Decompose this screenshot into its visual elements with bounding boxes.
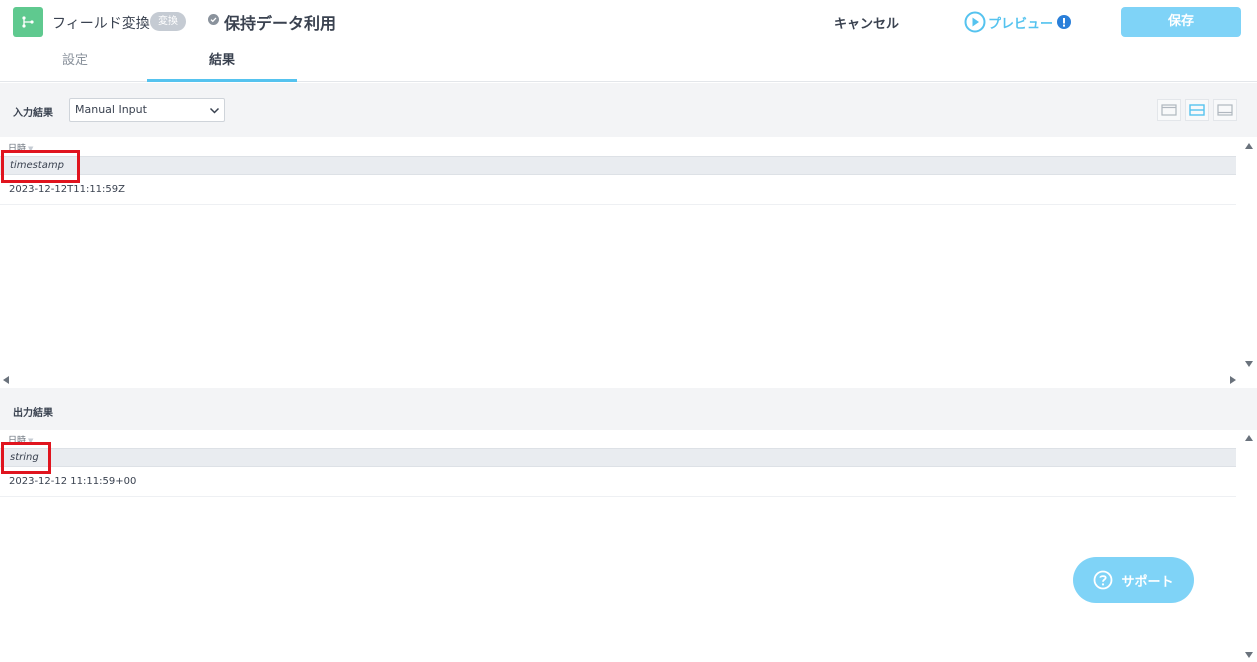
highlight-box-input-type <box>1 150 80 183</box>
field-transform-icon <box>13 7 43 37</box>
scroll-left-icon[interactable] <box>3 376 9 384</box>
support-label: サポート <box>1121 574 1174 590</box>
input-toolbar: 入力結果 Manual Input <box>0 83 1257 137</box>
save-button[interactable]: 保存 <box>1121 7 1241 37</box>
preview-button[interactable]: プレビュー <box>964 11 1072 33</box>
tab-results[interactable]: 結果 <box>147 44 297 82</box>
output-section-label: 出力結果 <box>13 408 53 419</box>
highlight-box-output-type <box>1 442 51 474</box>
output-cell: 2023-12-12 11:11:59+00 <box>9 476 137 487</box>
input-result-grid: 日時 ▼ timestamp 2023-12-12T11:11:59Z <box>0 138 1236 372</box>
scroll-down-icon[interactable] <box>1245 361 1253 367</box>
panel-split-icon <box>1189 104 1205 116</box>
input-cell: 2023-12-12T11:11:59Z <box>9 184 125 195</box>
page: フィールド変換 変換 保持データ利用 キャンセル プレビュー 保存 設定 結果 <box>0 0 1257 662</box>
scroll-right-icon[interactable] <box>1230 376 1236 384</box>
output-result-grid: 日時 ▼ string 2023-12-12 11:11:59+00 <box>0 431 1236 662</box>
preview-label: プレビュー <box>988 16 1054 32</box>
cancel-button[interactable]: キャンセル <box>834 13 899 32</box>
header-bar: フィールド変換 変換 保持データ利用 キャンセル プレビュー 保存 <box>0 0 1257 44</box>
panel-bottom-icon <box>1217 104 1233 116</box>
type-badge: 変換 <box>150 12 186 31</box>
play-circle-icon <box>964 11 986 33</box>
tab-bar: 設定 結果 <box>0 44 1257 82</box>
table-row: 2023-12-12T11:11:59Z <box>0 175 1236 205</box>
warning-icon <box>1057 15 1072 29</box>
output-toolbar: 出力結果 <box>0 388 1257 430</box>
input-section-label: 入力結果 <box>13 108 53 119</box>
horizontal-scrollbar[interactable] <box>0 372 1245 388</box>
layout-bottom-panel-button[interactable] <box>1213 99 1237 121</box>
scroll-up-icon[interactable] <box>1245 143 1253 149</box>
input-type-row: timestamp <box>0 156 1236 175</box>
scroll-down-icon[interactable] <box>1245 652 1253 658</box>
layout-split-panel-button[interactable] <box>1185 99 1209 121</box>
task-name[interactable]: 保持データ利用 <box>224 10 336 34</box>
layout-top-panel-button[interactable] <box>1157 99 1181 121</box>
input-source-select[interactable]: Manual Input <box>69 98 225 122</box>
app-name: フィールド変換 <box>52 16 150 32</box>
support-button[interactable]: サポート <box>1073 557 1194 603</box>
check-circle-icon <box>208 14 219 25</box>
table-row: 2023-12-12 11:11:59+00 <box>0 467 1236 497</box>
chevron-down-icon <box>209 107 220 114</box>
scroll-up-icon[interactable] <box>1245 435 1253 441</box>
help-circle-icon <box>1094 570 1113 590</box>
input-source-value: Manual Input <box>75 103 147 116</box>
output-type-row: string <box>0 448 1236 467</box>
tab-settings[interactable]: 設定 <box>0 44 150 82</box>
panel-top-icon <box>1161 104 1177 116</box>
